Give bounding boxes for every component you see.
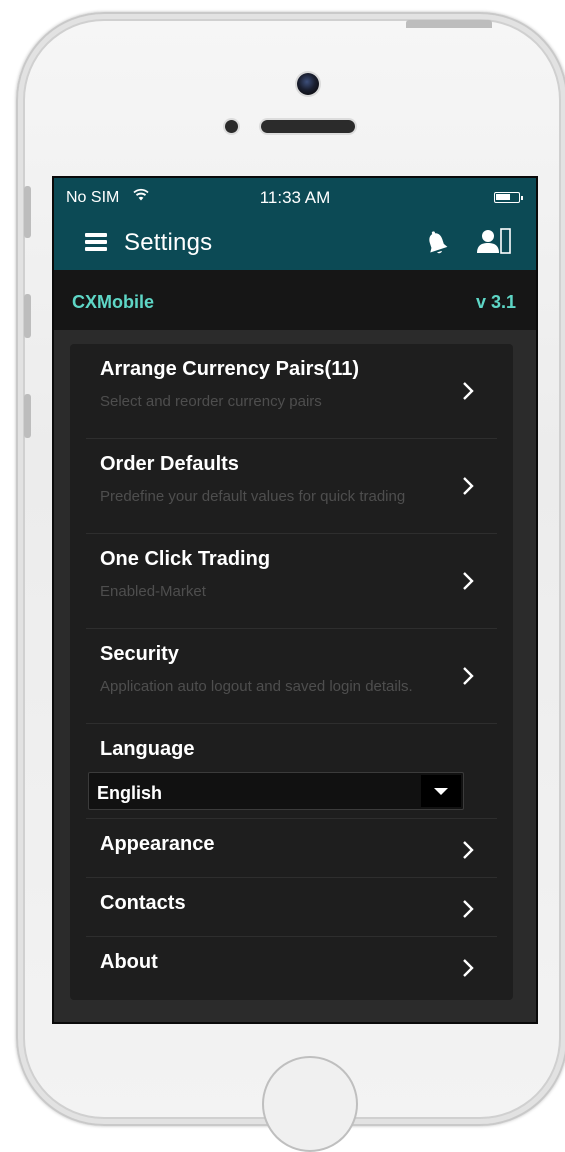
- status-bar: No SIM 11:33 AM: [54, 178, 536, 218]
- volume-up-button: [24, 294, 31, 338]
- settings-item-language: Language English: [86, 724, 497, 819]
- header: No SIM 11:33 AM Settings: [54, 178, 536, 270]
- settings-item-subtitle: Application auto logout and saved login …: [100, 678, 413, 695]
- app-version: v 3.1: [475, 292, 516, 312]
- settings-item-title: Security: [100, 643, 179, 665]
- power-button: [406, 20, 492, 28]
- language-label: Language: [100, 738, 195, 760]
- app-info-bar: CXMobile v 3.1: [54, 270, 536, 330]
- language-selected-value: English: [97, 783, 163, 803]
- nav-bar: Settings: [54, 218, 536, 270]
- settings-item-subtitle: Select and reorder currency pairs: [100, 393, 322, 410]
- chevron-right-icon: [463, 477, 474, 495]
- page-title: Settings: [124, 229, 213, 256]
- bell-icon[interactable]: [424, 230, 450, 258]
- settings-item-title: Contacts: [100, 892, 186, 914]
- settings-item-subtitle: Predefine your default values for quick …: [100, 488, 406, 505]
- front-camera: [297, 73, 319, 95]
- settings-item-subtitle: Enabled-Market: [100, 583, 206, 600]
- app-name: CXMobile: [72, 292, 155, 312]
- clock-time: 11:33 AM: [259, 188, 331, 207]
- settings-item-appearance[interactable]: Appearance: [86, 819, 497, 878]
- chevron-right-icon: [463, 572, 474, 590]
- language-select[interactable]: English: [88, 772, 464, 810]
- chevron-right-icon: [463, 959, 474, 977]
- settings-item-order-defaults[interactable]: Order Defaults Predefine your default va…: [86, 439, 497, 534]
- phone-frame: No SIM 11:33 AM Settings CXMobile v 3.1 …: [16, 12, 565, 1152]
- settings-item-contacts[interactable]: Contacts: [86, 878, 497, 937]
- settings-item-one-click-trading[interactable]: One Click Trading Enabled-Market: [86, 534, 497, 629]
- settings-item-title: About: [100, 951, 158, 973]
- volume-down-button: [24, 394, 31, 438]
- settings-item-security[interactable]: Security Application auto logout and sav…: [86, 629, 497, 724]
- battery-icon: [494, 192, 523, 203]
- home-button[interactable]: [262, 1056, 358, 1152]
- chevron-right-icon: [463, 900, 474, 918]
- user-icon[interactable]: [474, 227, 514, 257]
- chevron-right-icon: [463, 382, 474, 400]
- hamburger-menu-icon[interactable]: [85, 233, 107, 251]
- settings-content: Arrange Currency Pairs(11) Select and re…: [54, 330, 536, 1022]
- silent-switch: [24, 186, 31, 238]
- chevron-right-icon: [463, 841, 474, 859]
- settings-item-title: One Click Trading: [100, 548, 271, 570]
- chevron-right-icon: [463, 667, 474, 685]
- settings-item-title: Appearance: [100, 833, 215, 855]
- earpiece-speaker: [261, 120, 355, 133]
- settings-panel: Arrange Currency Pairs(11) Select and re…: [70, 344, 513, 1000]
- proximity-sensor: [225, 120, 238, 133]
- dropdown-arrow-icon[interactable]: [421, 775, 461, 807]
- app-screen: No SIM 11:33 AM Settings CXMobile v 3.1 …: [52, 176, 538, 1024]
- settings-item-about[interactable]: About: [86, 937, 497, 995]
- settings-item-title: Arrange Currency Pairs(11): [100, 358, 360, 380]
- settings-item-title: Order Defaults: [100, 453, 239, 475]
- settings-item-currency-pairs[interactable]: Arrange Currency Pairs(11) Select and re…: [86, 344, 497, 439]
